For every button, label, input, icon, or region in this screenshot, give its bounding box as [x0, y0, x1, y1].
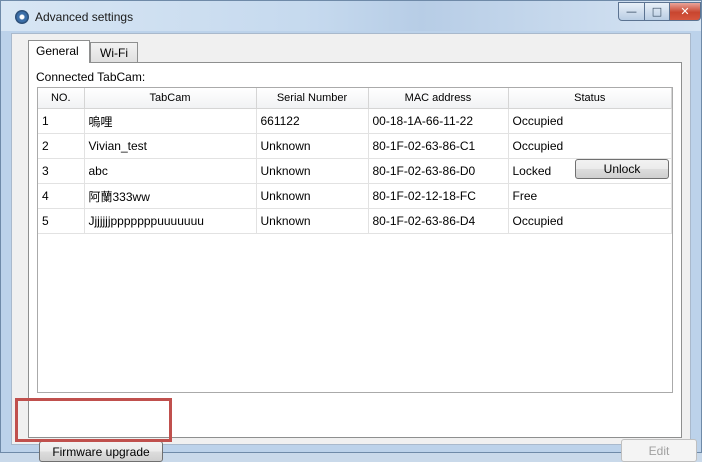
cell-status: Locked Unlock	[508, 158, 672, 184]
cell-status: Occupied	[508, 108, 672, 134]
advanced-settings-window: Advanced settings — □ ✕ General Wi-Fi Co…	[0, 0, 702, 462]
cell-tabcam: abc	[84, 158, 257, 184]
minimize-button[interactable]: —	[618, 2, 645, 21]
connected-tabcam-label: Connected TabCam:	[36, 70, 146, 84]
cell-no: 3	[38, 158, 85, 184]
cell-no: 1	[38, 108, 85, 134]
cell-mac: 80-1F-02-63-86-C1	[368, 133, 509, 159]
table-row[interactable]: 1 嗚哩 661122 00-18-1A-66-11-22 Occupied	[38, 108, 672, 134]
table-row[interactable]: 5 Jjjjjjjpppppppuuuuuuu Unknown 80-1F-02…	[38, 208, 672, 234]
column-header-mac-address[interactable]: MAC address	[368, 88, 509, 109]
table-header-row: NO. TabCam Serial Number MAC address Sta…	[38, 88, 672, 109]
tab-wifi[interactable]: Wi-Fi	[90, 42, 138, 62]
cell-tabcam: 嗚哩	[84, 108, 257, 134]
cell-serial: Unknown	[256, 183, 369, 209]
settings-gear-icon	[15, 10, 29, 24]
close-button[interactable]: ✕	[669, 2, 701, 21]
cell-serial: Unknown	[256, 133, 369, 159]
cell-mac: 80-1F-02-63-86-D4	[368, 208, 509, 234]
cell-tabcam: Vivian_test	[84, 133, 257, 159]
cell-serial: Unknown	[256, 158, 369, 184]
column-header-status[interactable]: Status	[508, 88, 672, 109]
cell-mac: 00-18-1A-66-11-22	[368, 108, 509, 134]
cell-tabcam: 阿蘭333ww	[84, 183, 257, 209]
cell-status: Occupied	[508, 208, 672, 234]
cell-serial: 661122	[256, 108, 369, 134]
edit-button[interactable]: Edit	[621, 439, 697, 462]
firmware-upgrade-button[interactable]: Firmware upgrade	[39, 441, 163, 462]
cell-status: Occupied	[508, 133, 672, 159]
column-header-no[interactable]: NO.	[38, 88, 85, 109]
cell-mac: 80-1F-02-12-18-FC	[368, 183, 509, 209]
cell-status: Free	[508, 183, 672, 209]
cell-no: 2	[38, 133, 85, 159]
general-tab-panel: Connected TabCam: NO. TabCam Serial Numb…	[28, 62, 697, 462]
tab-general[interactable]: General	[28, 40, 90, 63]
cell-tabcam: Jjjjjjjpppppppuuuuuuu	[84, 208, 257, 234]
cell-no: 4	[38, 183, 85, 209]
tabcam-table: NO. TabCam Serial Number MAC address Sta…	[37, 87, 673, 393]
title-bar[interactable]: Advanced settings — □ ✕	[1, 1, 701, 31]
window-title: Advanced settings	[35, 10, 134, 24]
table-row[interactable]: 2 Vivian_test Unknown 80-1F-02-63-86-C1 …	[38, 133, 672, 159]
column-header-tabcam[interactable]: TabCam	[84, 88, 257, 109]
maximize-button[interactable]: □	[644, 2, 670, 21]
unlock-button[interactable]: Unlock	[575, 159, 669, 179]
column-header-serial-number[interactable]: Serial Number	[256, 88, 369, 109]
table-row[interactable]: 4 阿蘭333ww Unknown 80-1F-02-12-18-FC Free	[38, 183, 672, 209]
dialog-client-area: General Wi-Fi Connected TabCam: NO. TabC…	[11, 33, 697, 462]
cell-no: 5	[38, 208, 85, 234]
cell-serial: Unknown	[256, 208, 369, 234]
status-text: Locked	[512, 164, 552, 178]
table-row[interactable]: 3 abc Unknown 80-1F-02-63-86-D0 Locked U…	[38, 158, 672, 184]
cell-mac: 80-1F-02-63-86-D0	[368, 158, 509, 184]
